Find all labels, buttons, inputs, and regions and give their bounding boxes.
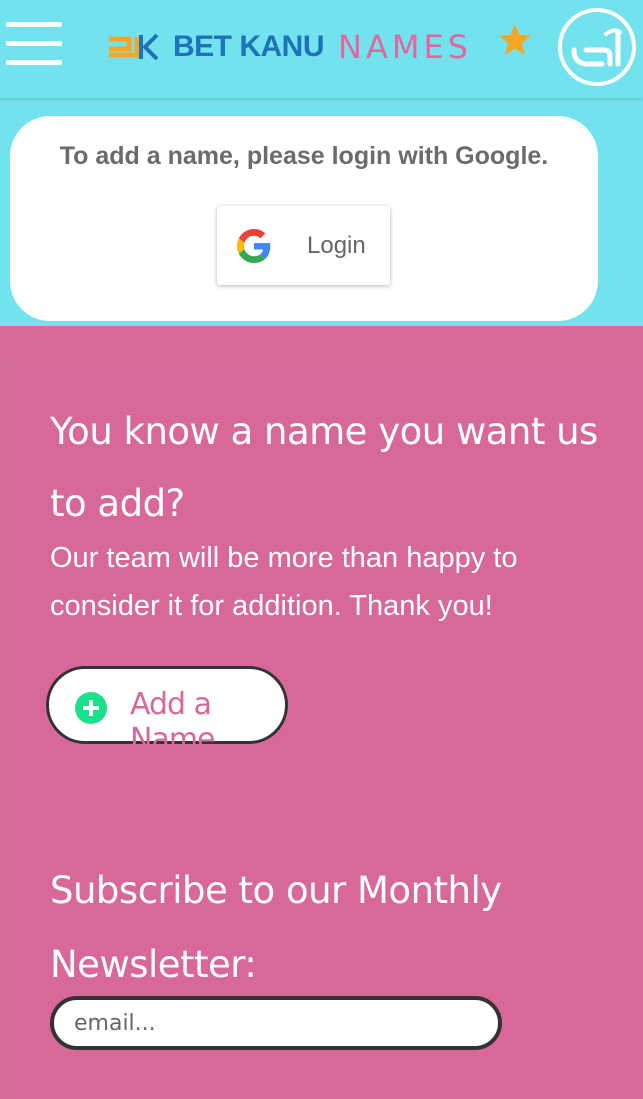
add-name-button[interactable]: Add a Name	[46, 666, 288, 757]
language-toggle-button[interactable]	[558, 8, 636, 86]
add-name-section: You know a name you want us to add? Our …	[0, 326, 643, 1099]
brand-secondary-text: NAMES	[338, 28, 472, 66]
email-input[interactable]	[50, 996, 502, 1050]
plus-icon	[75, 692, 107, 724]
add-name-label: Add a Name	[130, 687, 216, 757]
hamburger-line	[6, 22, 62, 27]
top-header: BET KANU NAMES	[0, 0, 643, 98]
section-left-strip	[0, 366, 18, 1099]
amharic-language-icon	[571, 28, 622, 67]
hamburger-menu-button[interactable]	[6, 22, 62, 66]
logo-mark-icon	[109, 33, 159, 61]
login-message: To add a name, please login with Google.	[59, 142, 549, 170]
login-label: Login	[307, 232, 366, 259]
hamburger-line	[6, 41, 62, 46]
brand-primary-text: BET KANU	[173, 30, 325, 63]
add-name-heading: You know a name you want us to add?	[50, 410, 598, 525]
google-login-button[interactable]: Login	[217, 206, 390, 285]
google-icon	[237, 229, 271, 263]
hamburger-line	[6, 60, 62, 65]
login-card: To add a name, please login with Google.…	[10, 116, 598, 321]
brand-logo[interactable]: BET KANU NAMES	[107, 24, 472, 70]
section-top-strip	[0, 326, 643, 366]
newsletter-heading: Subscribe to our Monthly Newsletter:	[50, 869, 502, 986]
star-icon[interactable]	[497, 22, 533, 58]
add-name-description: Our team will be more than happy to cons…	[50, 542, 518, 622]
